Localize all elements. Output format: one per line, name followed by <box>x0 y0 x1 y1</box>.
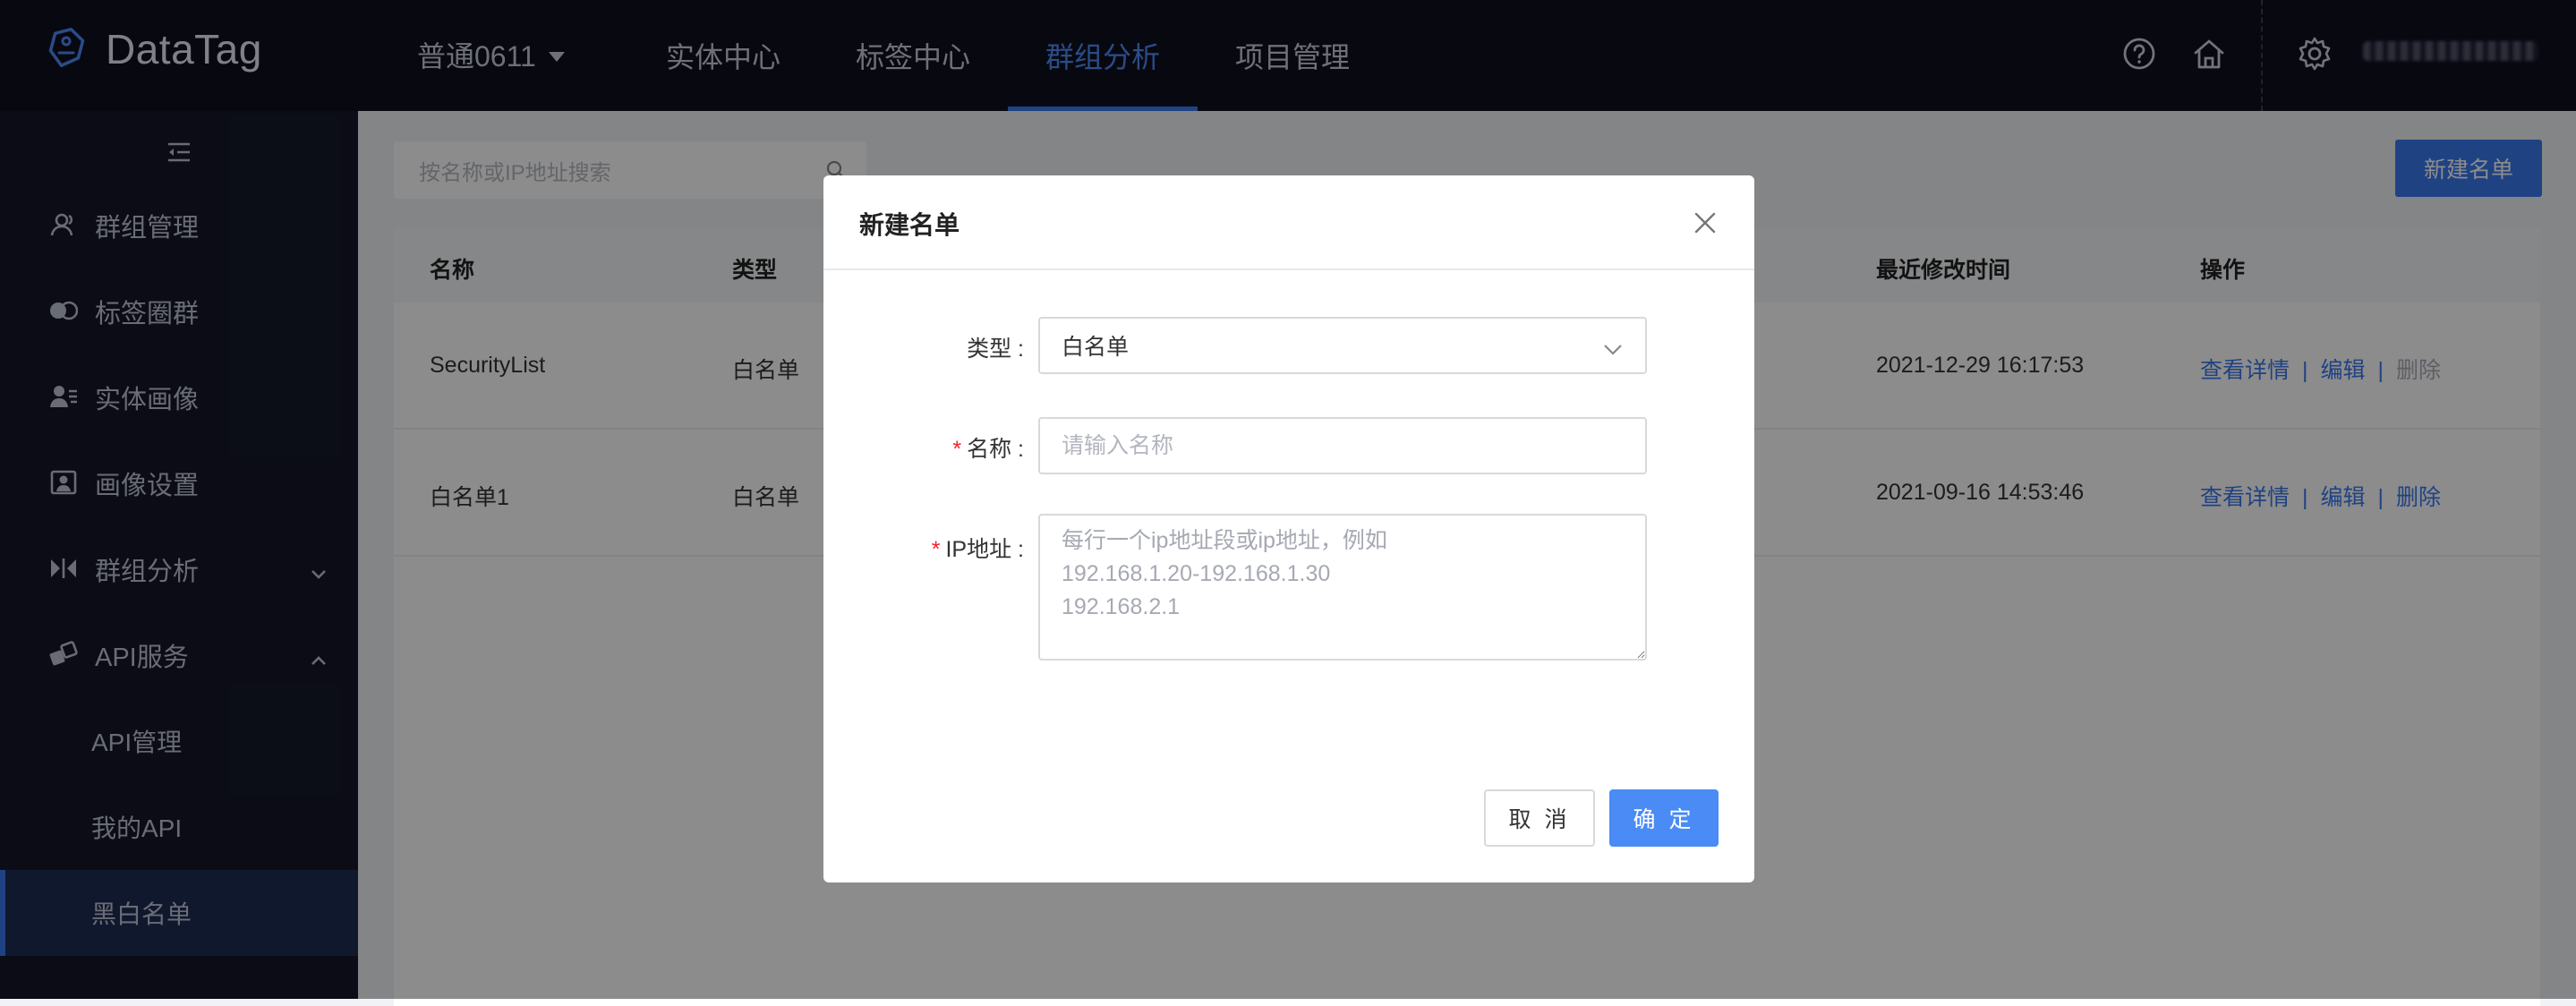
type-label: 类型 : <box>967 337 1024 362</box>
new-list-modal: 新建名单 类型 : 白名单 *名称 : *IP地址 : 取 消 确 定 <box>823 175 1754 882</box>
close-icon[interactable] <box>1692 209 1719 236</box>
name-input[interactable] <box>1038 417 1647 474</box>
cancel-button[interactable]: 取 消 <box>1484 789 1595 847</box>
type-select-value: 白名单 <box>1062 335 1130 360</box>
required-mark: * <box>931 537 941 562</box>
confirm-button[interactable]: 确 定 <box>1609 789 1719 847</box>
ip-label: * IP地址 : <box>931 537 1024 562</box>
modal-title: 新建名单 <box>859 211 960 239</box>
chevron-down-icon <box>1602 337 1624 362</box>
type-select[interactable]: 白名单 <box>1038 317 1647 374</box>
required-mark: * <box>952 437 962 462</box>
modal-header: 新建名单 <box>823 175 1754 270</box>
name-label: * 名称 : <box>952 437 1024 462</box>
ip-address-textarea[interactable] <box>1038 514 1647 661</box>
